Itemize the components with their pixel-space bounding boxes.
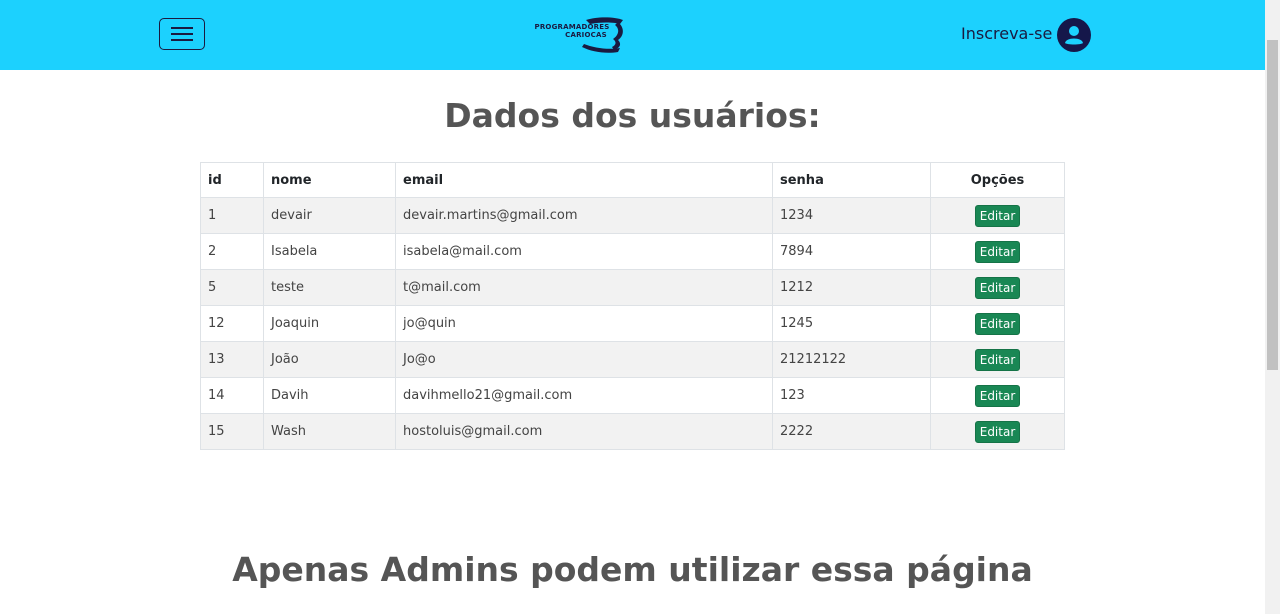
cell-options: Editar (930, 233, 1065, 270)
table-header-row: id nome email senha Opções (200, 162, 1065, 198)
admin-only-notice: Apenas Admins podem utilizar essa página (232, 550, 1033, 589)
cell-senha: 1245 (772, 305, 931, 342)
menu-toggle-button[interactable] (159, 18, 205, 50)
cell-email: davihmello21@gmail.com (395, 377, 773, 414)
cell-nome: teste (263, 269, 396, 306)
vertical-scrollbar-thumb[interactable] (1267, 40, 1278, 370)
cell-email: Jo@o (395, 341, 773, 378)
user-account-button[interactable] (1057, 18, 1091, 52)
cell-email: devair.martins@gmail.com (395, 197, 773, 234)
navbar: PROGRAMADORES CARIOCAS Inscreva-se (0, 0, 1265, 70)
table-row: 15 Wash hostoluis@gmail.com 2222 Editar (200, 413, 1065, 450)
column-header-opcoes: Opções (930, 162, 1065, 198)
user-circle-icon (1065, 26, 1083, 45)
column-header-senha: senha (772, 162, 931, 198)
edit-button[interactable]: Editar (974, 276, 1021, 299)
cell-id: 1 (200, 197, 264, 234)
cell-email: t@mail.com (395, 269, 773, 306)
column-header-email: email (395, 162, 773, 198)
cell-senha: 21212122 (772, 341, 931, 378)
cell-id: 12 (200, 305, 264, 342)
cell-id: 15 (200, 413, 264, 450)
table-row: 5 teste t@mail.com 1212 Editar (200, 269, 1065, 306)
cell-nome: Joaquin (263, 305, 396, 342)
hamburger-icon (171, 27, 193, 41)
cell-options: Editar (930, 341, 1065, 378)
cell-id: 13 (200, 341, 264, 378)
edit-button[interactable]: Editar (974, 384, 1021, 407)
edit-button[interactable]: Editar (974, 240, 1021, 263)
cell-senha: 2222 (772, 413, 931, 450)
cell-nome: Davih (263, 377, 396, 414)
brand-logo[interactable]: PROGRAMADORES CARIOCAS (528, 14, 628, 54)
table-row: 14 Davih davihmello21@gmail.com 123 Edit… (200, 377, 1065, 414)
cell-senha: 123 (772, 377, 931, 414)
logo-line-2: CARIOCAS (565, 31, 607, 39)
table-row: 13 João Jo@o 21212122 Editar (200, 341, 1065, 378)
cell-senha: 1234 (772, 197, 931, 234)
logo-wordmark: PROGRAMADORES CARIOCAS (528, 23, 616, 39)
page-title: Dados dos usuários: (444, 96, 821, 135)
cell-id: 5 (200, 269, 264, 306)
table-row: 2 Isabela isabela@mail.com 7894 Editar (200, 233, 1065, 270)
edit-button[interactable]: Editar (974, 420, 1021, 443)
edit-button[interactable]: Editar (974, 204, 1021, 227)
column-header-nome: nome (263, 162, 396, 198)
cell-email: jo@quin (395, 305, 773, 342)
cell-options: Editar (930, 377, 1065, 414)
column-header-id: id (200, 162, 264, 198)
cell-id: 14 (200, 377, 264, 414)
cell-nome: Wash (263, 413, 396, 450)
table-row: 1 devair devair.martins@gmail.com 1234 E… (200, 197, 1065, 234)
cell-options: Editar (930, 305, 1065, 342)
cell-options: Editar (930, 413, 1065, 450)
signup-link[interactable]: Inscreva-se (961, 24, 1052, 43)
cell-nome: João (263, 341, 396, 378)
cell-senha: 7894 (772, 233, 931, 270)
table-row: 12 Joaquin jo@quin 1245 Editar (200, 305, 1065, 342)
cell-email: isabela@mail.com (395, 233, 773, 270)
cell-options: Editar (930, 269, 1065, 306)
edit-button[interactable]: Editar (974, 312, 1021, 335)
logo-line-1: PROGRAMADORES (534, 23, 610, 31)
cell-options: Editar (930, 197, 1065, 234)
cell-email: hostoluis@gmail.com (395, 413, 773, 450)
users-table: id nome email senha Opções 1 devair deva… (200, 162, 1065, 450)
page: PROGRAMADORES CARIOCAS Inscreva-se Dados… (0, 0, 1265, 614)
cell-senha: 1212 (772, 269, 931, 306)
edit-button[interactable]: Editar (974, 348, 1021, 371)
cell-id: 2 (200, 233, 264, 270)
cell-nome: Isabela (263, 233, 396, 270)
cell-nome: devair (263, 197, 396, 234)
